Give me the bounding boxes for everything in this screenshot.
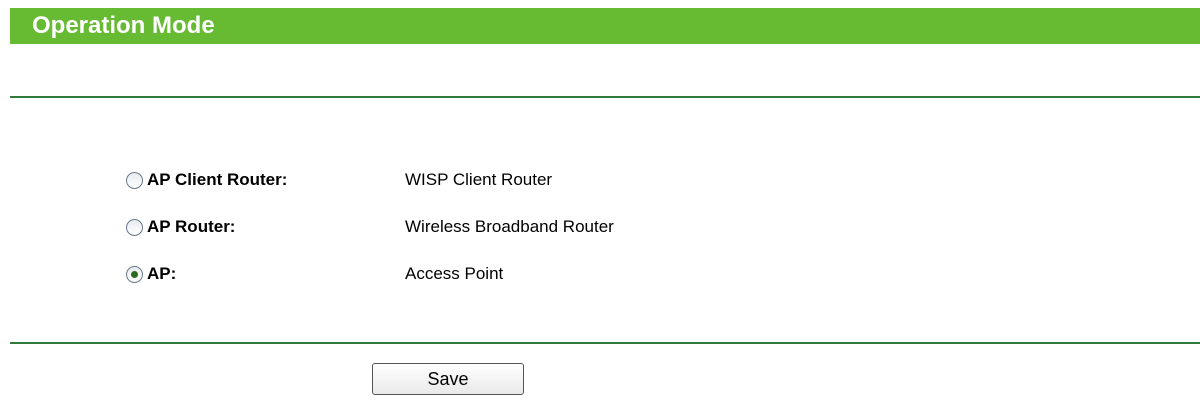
mode-label: AP Client Router: [147,170,288,189]
mode-description: Access Point [405,264,504,283]
mode-description: Wireless Broadband Router [405,217,614,236]
page-title: Operation Mode [10,8,1200,44]
mode-option-ap[interactable]: AP: Access Point [126,262,503,286]
divider-bottom [10,342,1200,344]
operation-mode-page: Operation Mode AP Client Router: WISP Cl… [0,0,1200,400]
radio-ap-router[interactable] [126,218,143,236]
mode-option-ap-client-router[interactable]: AP Client Router: WISP Client Router [126,168,552,192]
save-button[interactable]: Save [372,363,524,395]
radio-ap-client-router[interactable] [126,171,143,189]
mode-label: AP: [147,264,177,283]
mode-option-ap-router[interactable]: AP Router: Wireless Broadband Router [126,215,614,239]
mode-description: WISP Client Router [405,170,553,189]
radio-ap[interactable] [126,265,143,283]
divider-top [10,96,1200,98]
mode-label: AP Router: [147,217,236,236]
